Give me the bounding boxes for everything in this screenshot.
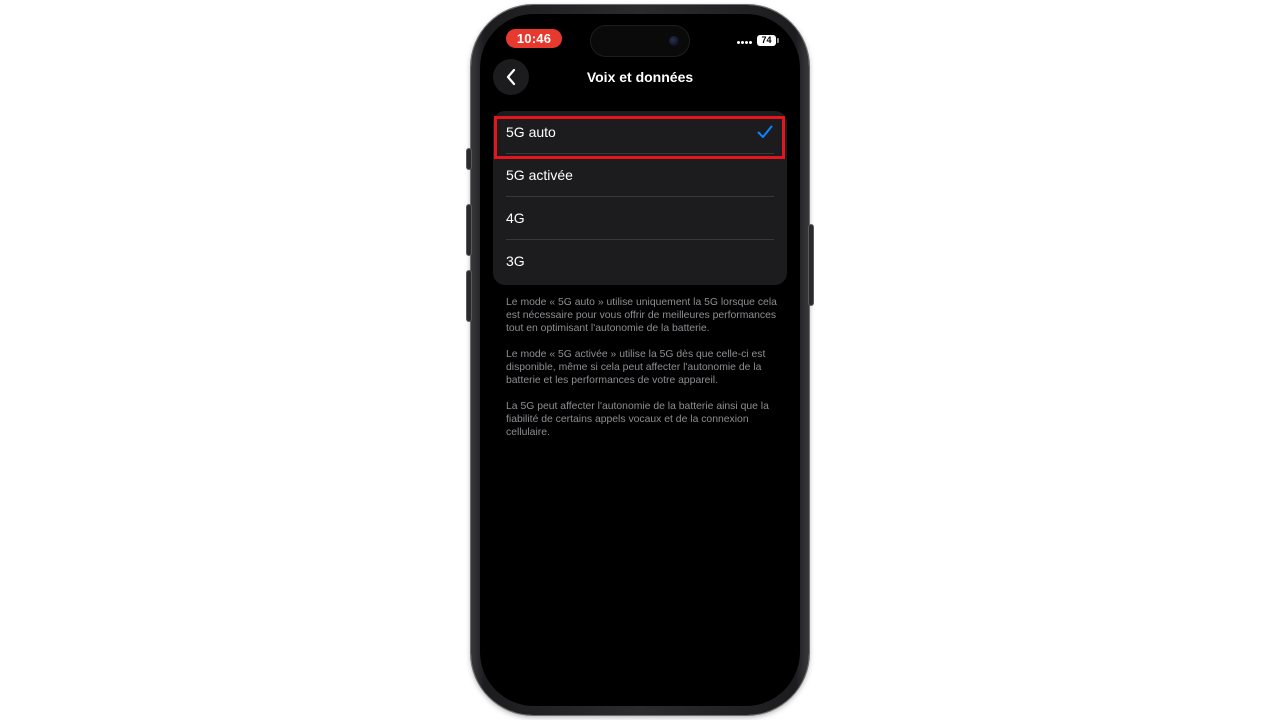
- battery-icon: 74: [757, 35, 776, 46]
- checkmark-icon: [757, 125, 773, 138]
- page-title: Voix et données: [586, 69, 694, 85]
- back-button[interactable]: [493, 59, 529, 95]
- option-5g-activee[interactable]: 5G activée: [493, 154, 787, 197]
- status-time[interactable]: 10:46: [506, 29, 562, 48]
- battery-tip: [777, 38, 779, 43]
- cellular-signal-icon: [737, 41, 753, 45]
- footnote-battery: La 5G peut affecter l'autonomie de la ba…: [506, 401, 769, 438]
- volume-down-button: [467, 271, 471, 321]
- option-label: 5G activée: [506, 167, 573, 183]
- footnotes: Le mode « 5G auto » utilise uniquement l…: [506, 296, 778, 452]
- option-4g[interactable]: 4G: [493, 197, 787, 240]
- phone-screen: 10:46 74 Voix et données 5G auto 5G acti…: [480, 14, 800, 706]
- network-options-list: 5G auto 5G activée 4G 3G: [493, 111, 787, 285]
- front-camera-icon: [669, 36, 679, 46]
- power-button: [809, 225, 813, 305]
- stage: 10:46 74 Voix et données 5G auto 5G acti…: [0, 0, 1280, 720]
- footnote-5g-auto: Le mode « 5G auto » utilise uniquement l…: [506, 297, 777, 334]
- option-label: 3G: [506, 253, 525, 269]
- phone-frame: 10:46 74 Voix et données 5G auto 5G acti…: [467, 5, 813, 715]
- option-label: 4G: [506, 210, 525, 226]
- option-5g-auto[interactable]: 5G auto: [493, 111, 787, 154]
- action-button: [467, 149, 471, 169]
- footnote-5g-activee: Le mode « 5G activée » utilise la 5G dès…: [506, 349, 766, 386]
- dynamic-island: [591, 26, 689, 56]
- option-3g[interactable]: 3G: [493, 240, 787, 283]
- option-label: 5G auto: [506, 124, 556, 140]
- volume-up-button: [467, 205, 471, 255]
- chevron-left-icon: [506, 68, 516, 86]
